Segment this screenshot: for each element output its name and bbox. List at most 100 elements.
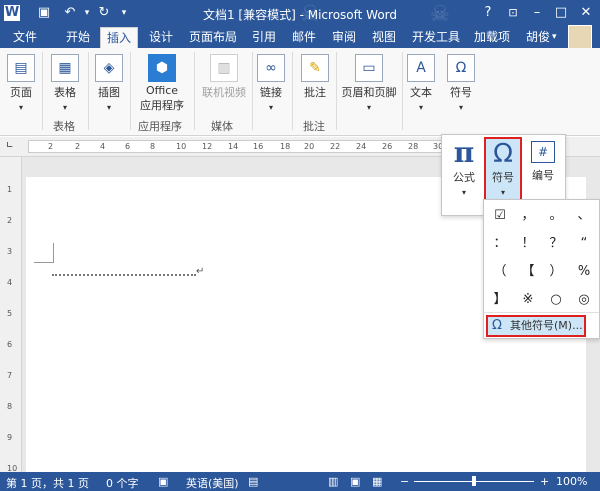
zoom-level[interactable]: 100% (556, 475, 587, 488)
text-button[interactable]: A 文本 ▾ (406, 54, 436, 113)
ruler-mark: 16 (253, 142, 264, 151)
links-button[interactable]: ∞ 链接 ▾ (256, 54, 286, 113)
table-icon: ▦ (51, 54, 79, 82)
office-apps-button[interactable]: ⬢ Office 应用程序 (134, 54, 190, 113)
gallery-divider (484, 312, 599, 313)
illustrations-button[interactable]: ◈ 插图 ▾ (94, 54, 124, 113)
symbol-cell[interactable]: ） (542, 258, 570, 286)
more-symbols-button[interactable]: Ω 其他符号(M)... (486, 315, 586, 337)
status-bar: 第 1 页，共 1 页 0 个字 ▣ 英语(美国) ▤ ▥ ▣ ▦ − + 10… (0, 472, 600, 491)
read-mode-icon[interactable]: ▥ (328, 475, 338, 488)
user-name[interactable]: 胡俊 (526, 27, 550, 48)
vertical-ruler-mark: 1 (7, 185, 13, 194)
zoom-slider[interactable] (414, 476, 534, 486)
zoom-in-icon[interactable]: + (540, 475, 549, 488)
symbol-cell[interactable]: ， (514, 202, 542, 230)
ruler-mark: 14 (228, 142, 239, 151)
close-icon[interactable]: ✕ (576, 3, 596, 23)
equation-button[interactable]: π 公式 ▾ (445, 137, 483, 211)
table-button[interactable]: ▦ 表格 ▾ (48, 54, 82, 113)
tab-mailings[interactable]: 邮件 (286, 27, 322, 48)
vertical-ruler-mark: 7 (7, 371, 13, 380)
web-layout-icon[interactable]: ▦ (372, 475, 382, 488)
tab-home[interactable]: 开始 (60, 27, 96, 48)
ruler-mark: 12 (202, 142, 213, 151)
language-status[interactable]: 英语(美国) (186, 475, 239, 491)
vertical-ruler[interactable]: 1 2 3 4 5 6 7 8 9 10 (0, 157, 22, 473)
group-separator (402, 52, 403, 130)
tab-page-layout[interactable]: 页面布局 (183, 27, 243, 48)
symbol-cell[interactable]: 】 (486, 286, 514, 314)
header-footer-button[interactable]: ▭ 页眉和页脚 ▾ (340, 54, 398, 113)
print-layout-icon[interactable]: ▣ (350, 475, 360, 488)
ruler-mark: 2 (48, 142, 54, 151)
ruler-mark: 18 (280, 142, 291, 151)
symbol-cell[interactable]: 、 (570, 202, 598, 230)
word-count[interactable]: 0 个字 (106, 475, 139, 491)
pages-button[interactable]: ▤ 页面 ▾ (6, 54, 36, 113)
minimize-icon[interactable]: – (527, 3, 547, 23)
page-count[interactable]: 第 1 页，共 1 页 (6, 475, 89, 491)
ruler-mark: 2 (75, 142, 81, 151)
user-dropdown-icon[interactable]: ▾ (552, 27, 557, 48)
symbol-cell[interactable]: ： (486, 230, 514, 258)
ribbon-tabs: 文件 开始 插入 设计 页面布局 引用 邮件 审阅 视图 开发工具 加载项 胡俊… (0, 27, 600, 48)
ruler-mark: 8 (150, 142, 156, 151)
help-icon[interactable]: ? (478, 3, 498, 23)
tab-review[interactable]: 审阅 (326, 27, 362, 48)
office-label: Office (145, 84, 179, 97)
group-separator (194, 52, 195, 130)
text-label: 文本 (410, 86, 432, 99)
avatar[interactable] (568, 25, 592, 49)
link-icon: ∞ (257, 54, 285, 82)
film-icon: ▥ (210, 54, 238, 82)
chevron-down-icon: ▾ (458, 103, 463, 112)
vertical-ruler-mark: 9 (7, 433, 13, 442)
proofing-icon[interactable]: ▣ (158, 475, 168, 488)
symbol-cell[interactable]: ◎ (570, 286, 598, 314)
symbol-cell[interactable]: ○ (542, 286, 570, 314)
symbol-cell[interactable]: ？ (542, 230, 570, 258)
zoom-out-icon[interactable]: − (400, 475, 409, 488)
chevron-down-icon: ▾ (418, 103, 423, 112)
equation-label: 公式 (453, 171, 475, 184)
comment-button[interactable]: ✎ 批注 (298, 54, 332, 100)
symbol-gallery: ☑，。、 ：！？ “ （【）% 】 ※ ○ ◎ Ω 其他符号(M)... (483, 199, 600, 339)
vertical-ruler-mark: 2 (7, 216, 13, 225)
media-group-label: 媒体 (211, 120, 233, 133)
tab-insert[interactable]: 插入 (100, 27, 139, 48)
ribbon-display-icon[interactable]: ⊡ (503, 3, 523, 23)
chevron-down-icon: ▾ (500, 188, 505, 197)
tab-selector-icon[interactable]: ∟ (6, 141, 14, 151)
symbols-button[interactable]: Ω 符号 ▾ (444, 54, 478, 113)
comment-label: 批注 (304, 86, 326, 99)
chevron-down-icon: ▾ (62, 103, 67, 112)
tab-add-ins[interactable]: 加载项 (468, 27, 516, 48)
symbol-cell[interactable]: ！ (514, 230, 542, 258)
macro-record-icon[interactable]: ▤ (248, 475, 258, 488)
tab-view[interactable]: 视图 (366, 27, 402, 48)
maximize-icon[interactable]: □ (551, 3, 571, 23)
ruler-mark: 22 (330, 142, 341, 151)
symbol-cell[interactable]: “ (570, 230, 598, 258)
ribbon-insert: ▤ 页面 ▾ ▦ 表格 ▾ 表格 ◈ 插图 ▾ ⬢ Office 应用程序 应用… (0, 48, 600, 136)
ruler-mark: 24 (356, 142, 367, 151)
table-group-label: 表格 (53, 120, 75, 133)
symbol-cell[interactable]: % (570, 258, 598, 286)
symbol-cell[interactable]: ☑ (486, 202, 514, 230)
vertical-ruler-mark: 5 (7, 309, 13, 318)
tab-developer[interactable]: 开发工具 (406, 27, 466, 48)
zoom-slider-thumb[interactable] (472, 476, 476, 486)
chevron-down-icon: ▾ (461, 188, 466, 197)
tab-design[interactable]: 设计 (143, 27, 179, 48)
ruler-mark: 26 (382, 142, 393, 151)
header-footer-icon: ▭ (355, 54, 383, 82)
tab-file[interactable]: 文件 (0, 27, 50, 48)
text-line[interactable] (52, 274, 196, 276)
symbol-cell[interactable]: ※ (514, 286, 542, 314)
symbol-cell[interactable]: 【 (514, 258, 542, 286)
symbol-cell[interactable]: 。 (542, 202, 570, 230)
chevron-down-icon: ▾ (106, 103, 111, 112)
symbol-cell[interactable]: （ (486, 258, 514, 286)
tab-references[interactable]: 引用 (246, 27, 282, 48)
